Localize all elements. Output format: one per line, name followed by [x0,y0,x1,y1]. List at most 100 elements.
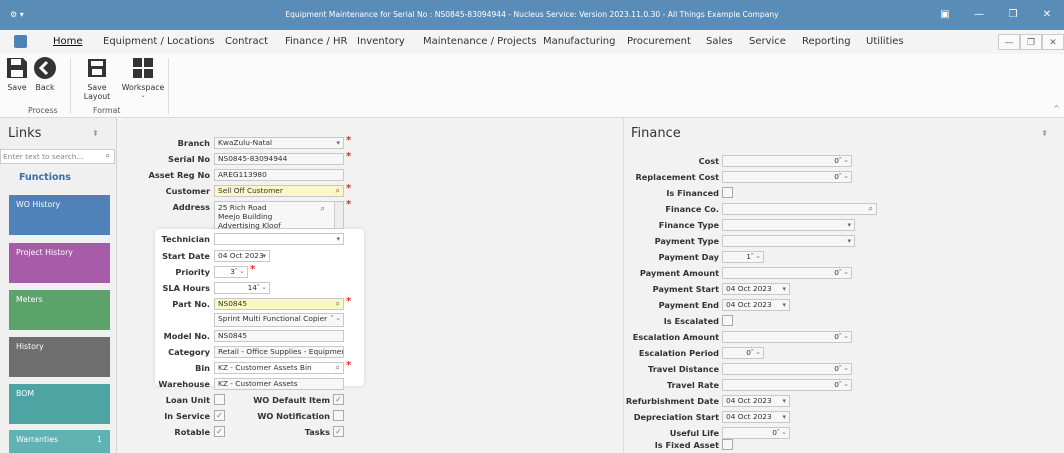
payment-start-picker[interactable]: 04 Oct 2023 ▾ [722,283,790,295]
payment-end-label: Payment End [658,300,719,310]
payment-amount-stepper[interactable]: 0 ⌃⌄ [722,267,852,279]
escalation-amount-stepper[interactable]: 0 ⌃⌄ [722,331,852,343]
spinner-icon[interactable]: ⌃⌄ [233,267,245,276]
is-financed-label: Is Financed [666,188,719,198]
finance-type-select[interactable]: ▾ [722,219,855,231]
save-button[interactable]: Save [4,56,30,92]
links-search-input[interactable]: Enter text to search... ⌕ [0,149,115,164]
warehouse-label: Warehouse [158,379,210,389]
spinner-icon[interactable]: ⌃⌄ [837,332,849,341]
tab-contract[interactable]: Contract [225,30,268,54]
search-icon[interactable]: ⌕ [336,299,340,309]
tab-manufacturing[interactable]: Manufacturing [543,30,615,54]
replacement-cost-stepper[interactable]: 0 ⌃⌄ [722,171,852,183]
spinner-icon[interactable]: ⌃⌄ [837,364,849,373]
close-icon[interactable]: ✕ [1030,0,1064,30]
wo-default-item-checkbox[interactable]: ✓ [333,394,344,405]
tile-warranties[interactable]: Warranties 1 [9,430,110,453]
tile-bom[interactable]: BOM [9,384,110,424]
sla-hours-stepper[interactable]: 14 ⌃⌄ [214,282,270,294]
save-layout-button[interactable]: Save Layout [74,56,120,101]
pin-icon[interactable]: ⇞ [1041,129,1048,138]
useful-life-stepper[interactable]: 0 ⌃⌄ [722,427,790,439]
warehouse-field[interactable]: KZ - Customer Assets [214,378,344,390]
part-description-field[interactable]: Sprint Multi Functional Copier ⌃⌄ [214,313,344,327]
finance-co-lookup[interactable]: ⌕ [722,203,877,215]
is-fixed-asset-checkbox[interactable] [722,439,733,450]
doc-restore-icon[interactable]: ❐ [1020,34,1042,50]
spinner-icon[interactable]: ⌃⌄ [837,172,849,181]
tab-utilities[interactable]: Utilities [866,30,904,54]
spinner-icon[interactable]: ⌃⌄ [775,428,787,437]
cost-stepper[interactable]: 0 ⌃⌄ [722,155,852,167]
back-button[interactable]: Back [32,56,58,92]
tile-history[interactable]: History [9,337,110,377]
tab-finance-hr[interactable]: Finance / HR [285,30,347,54]
spinner-icon[interactable]: ⌃⌄ [837,268,849,277]
restore-icon[interactable]: ❐ [996,0,1030,30]
payment-end-picker[interactable]: 04 Oct 2023 ▾ [722,299,790,311]
in-service-label: In Service [164,411,210,421]
escalation-period-stepper[interactable]: 0 ⌃⌄ [722,347,764,359]
depreciation-start-picker[interactable]: 04 Oct 2023 ▾ [722,411,790,423]
tab-sales[interactable]: Sales [706,30,733,54]
search-icon[interactable]: ⌕ [336,363,340,373]
required-indicator: * [346,183,352,194]
workspace-button[interactable]: Workspace ⌄ [120,56,166,99]
tab-maintenance-projects[interactable]: Maintenance / Projects [423,30,537,54]
search-icon[interactable]: ⌕ [869,204,873,214]
branch-select[interactable]: KwaZulu-Natal ▾ [214,137,344,149]
tab-procurement[interactable]: Procurement [627,30,691,54]
spinner-icon[interactable]: ⌃⌄ [255,283,267,292]
replacement-cost-label: Replacement Cost [635,172,719,182]
bin-lookup[interactable]: KZ - Customer Assets Bin ⌕ [214,362,344,374]
search-icon[interactable]: ⌕ [106,151,110,161]
doc-minimize-icon[interactable]: — [998,34,1020,50]
asset-reg-no-field[interactable]: AREG113980 [214,169,344,181]
priority-stepper[interactable]: 3 ⌃⌄ [214,266,248,278]
layout-icon[interactable]: ▣ [928,0,962,30]
search-icon[interactable]: ⌕ [321,204,325,213]
tab-inventory[interactable]: Inventory [357,30,405,54]
spinner-icon[interactable]: ⌃⌄ [837,380,849,389]
customer-lookup[interactable]: Sell Off Customer ⌕ [214,185,344,197]
doc-close-icon[interactable]: ✕ [1042,34,1064,50]
in-service-checkbox[interactable]: ✓ [214,410,225,421]
refurbishment-date-picker[interactable]: 04 Oct 2023 ▾ [722,395,790,407]
tab-equipment-locations[interactable]: Equipment / Locations [103,30,215,54]
technician-select[interactable]: ▾ [214,233,344,245]
start-date-picker[interactable]: 04 Oct 2023 ▾ [214,250,270,262]
travel-rate-stepper[interactable]: 0 ⌃⌄ [722,379,852,391]
collapse-ribbon-icon[interactable]: ^ [1053,104,1060,113]
payment-type-select[interactable]: ▾ [722,235,855,247]
tab-reporting[interactable]: Reporting [802,30,851,54]
tab-service[interactable]: Service [749,30,786,54]
payment-day-stepper[interactable]: 1 ⌃⌄ [722,251,764,263]
part-no-lookup[interactable]: NS0845 ⌕ [214,298,344,310]
payment-amount-label: Payment Amount [639,268,719,278]
loan-unit-checkbox[interactable] [214,394,225,405]
tile-wo-history[interactable]: WO History [9,195,110,235]
tasks-checkbox[interactable]: ✓ [333,426,344,437]
travel-distance-stepper[interactable]: 0 ⌃⌄ [722,363,852,375]
address-field[interactable]: 25 Rich Road Meejo Building Advertising … [214,201,344,230]
spinner-icon[interactable]: ⌃⌄ [749,348,761,357]
wo-notification-checkbox[interactable] [333,410,344,421]
pin-icon[interactable]: ⇞ [92,129,99,138]
serial-no-field[interactable]: NS0845-83094944 [214,153,344,165]
scroll-icon[interactable]: ⌃⌄ [329,314,341,323]
address-scrollbar[interactable] [334,202,343,228]
search-icon[interactable]: ⌕ [336,186,340,196]
category-field[interactable]: Retail - Office Supplies - Equipment [214,346,344,358]
is-financed-checkbox[interactable] [722,187,733,198]
rotable-checkbox[interactable]: ✓ [214,426,225,437]
minimize-icon[interactable]: — [962,0,996,30]
tile-meters[interactable]: Meters [9,290,110,330]
chevron-down-icon: ▾ [847,237,851,245]
tile-project-history[interactable]: Project History [9,243,110,283]
is-escalated-checkbox[interactable] [722,315,733,326]
spinner-icon[interactable]: ⌃⌄ [749,252,761,261]
tab-home[interactable]: Home [53,30,83,54]
model-no-field[interactable]: NS0845 [214,330,344,342]
spinner-icon[interactable]: ⌃⌄ [837,156,849,165]
